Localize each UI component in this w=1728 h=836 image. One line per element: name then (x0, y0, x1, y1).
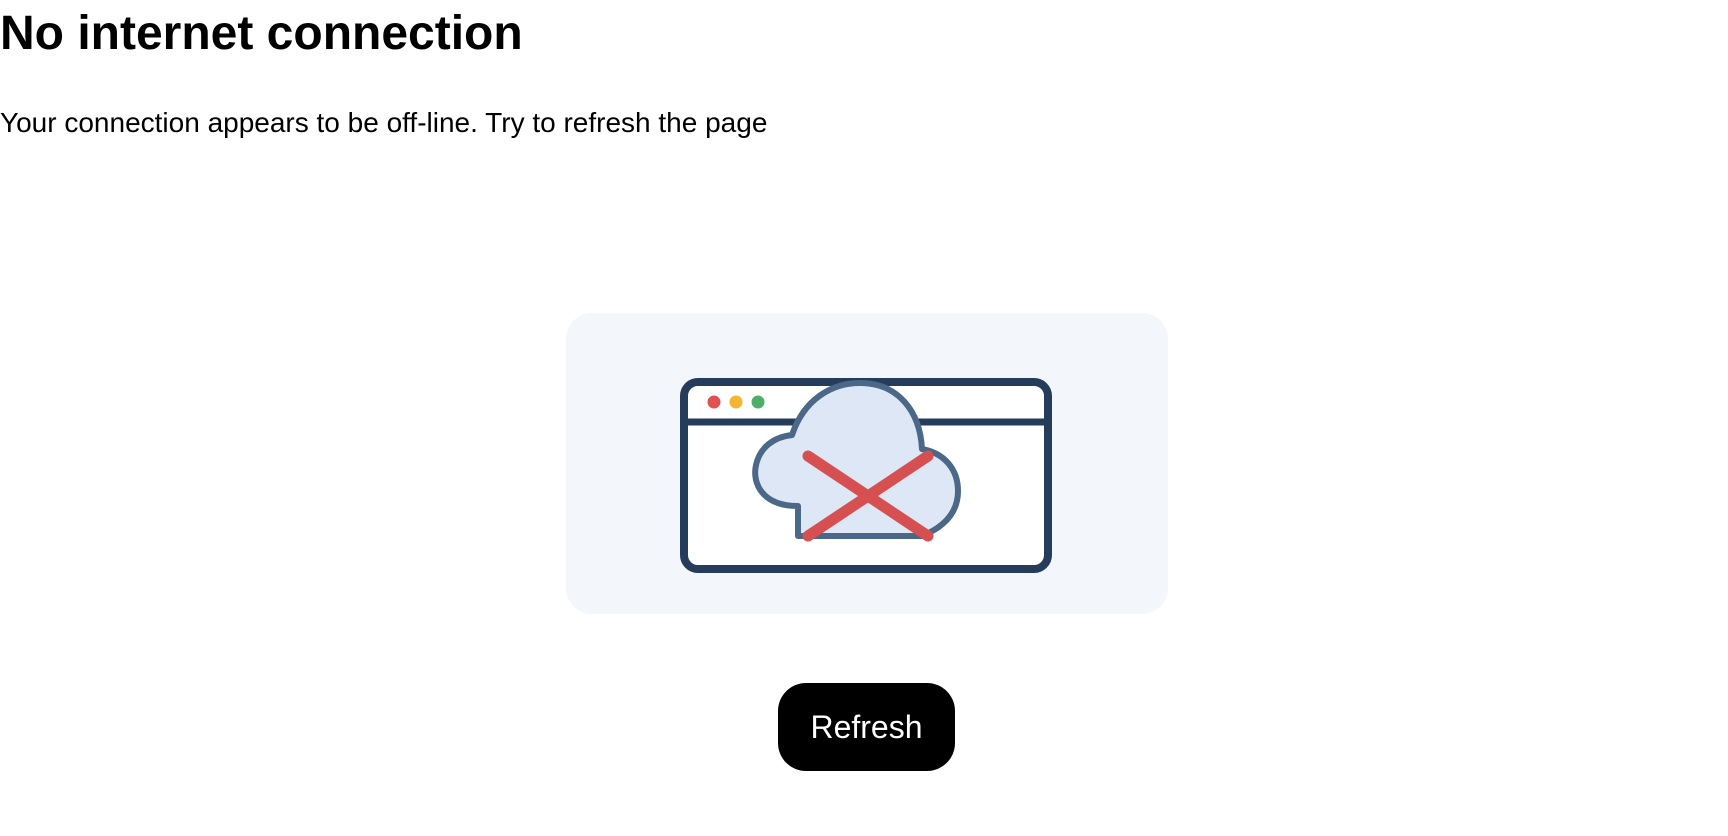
refresh-button[interactable]: Refresh (778, 683, 955, 771)
window-dot-yellow (729, 395, 743, 409)
offline-browser-cloud-icon (680, 378, 1052, 573)
window-dot-green (751, 395, 765, 409)
page-title: No internet connection (0, 7, 523, 60)
window-dot-red (707, 395, 721, 409)
offline-illustration (566, 313, 1168, 614)
offline-message: Your connection appears to be off-line. … (0, 107, 768, 138)
